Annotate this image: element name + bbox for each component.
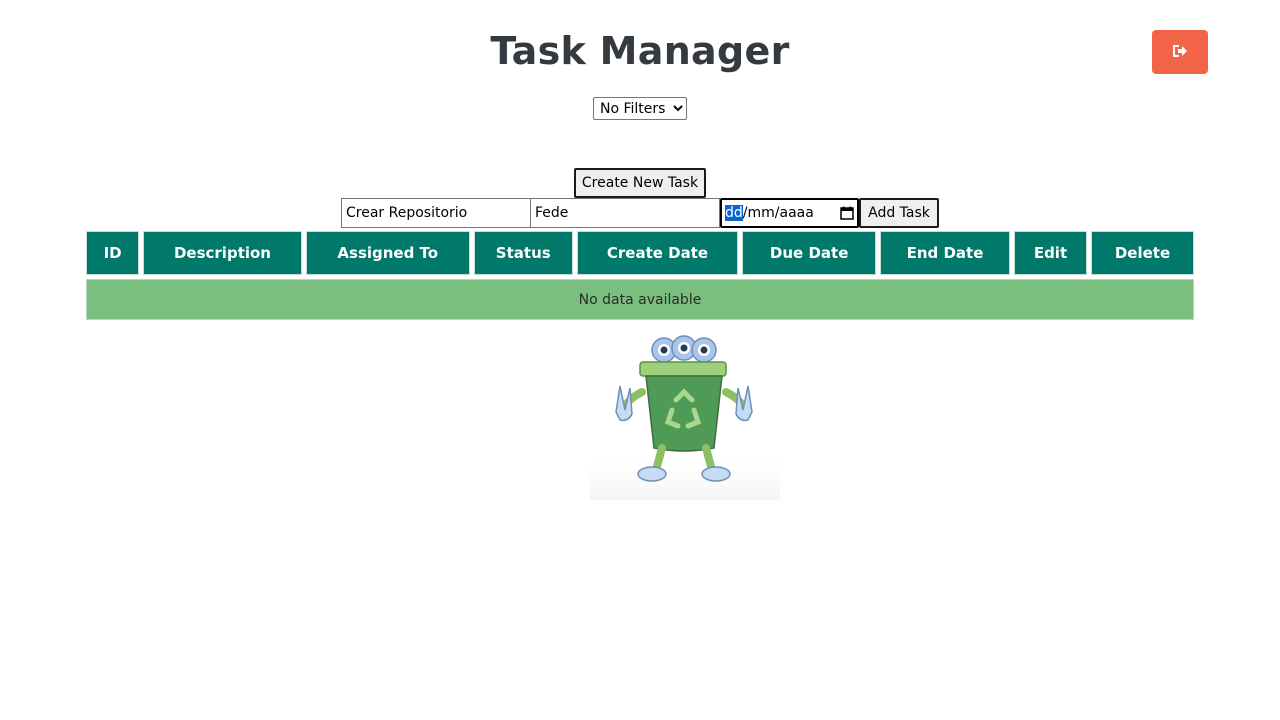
page-title: Task Manager bbox=[490, 29, 790, 73]
calendar-icon[interactable] bbox=[840, 206, 854, 220]
empty-table-message: No data available bbox=[86, 279, 1194, 320]
add-task-button[interactable]: Add Task bbox=[859, 198, 939, 228]
recycle-bin-mascot-icon bbox=[590, 330, 780, 500]
due-date-input[interactable]: dd /mm/aaaa bbox=[720, 198, 859, 228]
assigned-to-input[interactable] bbox=[530, 198, 720, 228]
create-new-task-button[interactable]: Create New Task bbox=[574, 168, 706, 198]
logout-icon bbox=[1172, 44, 1188, 61]
column-header-description: Description bbox=[143, 231, 302, 275]
column-header-edit: Edit bbox=[1013, 231, 1088, 275]
column-header-id: ID bbox=[86, 231, 140, 275]
tasks-table: ID Description Assigned To Status Create… bbox=[82, 231, 1198, 275]
date-month-year-segment[interactable]: /mm/aaaa bbox=[743, 205, 814, 221]
table-header-row: ID Description Assigned To Status Create… bbox=[86, 231, 1194, 275]
column-header-create-date: Create Date bbox=[576, 231, 739, 275]
date-day-segment[interactable]: dd bbox=[725, 205, 743, 221]
column-header-assigned-to: Assigned To bbox=[305, 231, 470, 275]
filter-select[interactable]: No Filters bbox=[593, 97, 687, 120]
empty-message-text: No data available bbox=[578, 291, 702, 308]
column-header-due-date: Due Date bbox=[742, 231, 877, 275]
logout-button[interactable] bbox=[1152, 30, 1208, 74]
description-input[interactable] bbox=[341, 198, 531, 228]
column-header-status: Status bbox=[473, 231, 573, 275]
column-header-delete: Delete bbox=[1091, 231, 1194, 275]
column-header-end-date: End Date bbox=[880, 231, 1010, 275]
